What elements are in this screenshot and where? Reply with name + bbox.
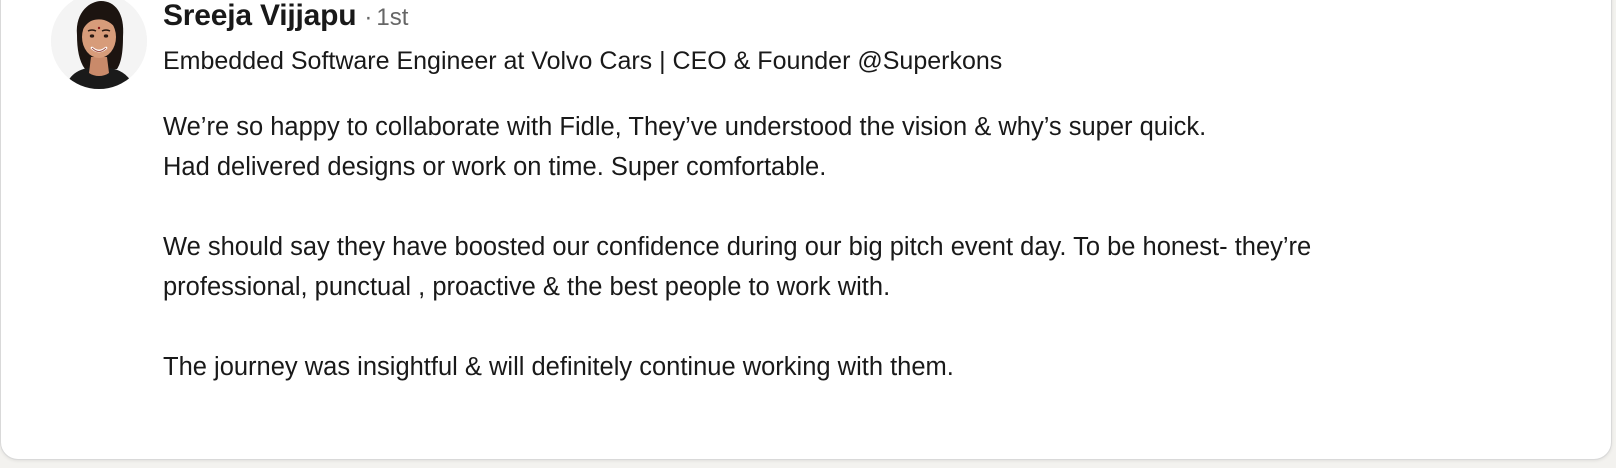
recommendation-text: We’re so happy to collaborate with Fidle… [163, 107, 1583, 387]
text-line: Had delivered designs or work on time. S… [163, 153, 827, 181]
profile-avatar[interactable] [51, 0, 147, 89]
text-line: We should say they have boosted our conf… [163, 233, 1312, 261]
separator-dot: · [364, 4, 373, 31]
text-line: The journey was insightful & will defini… [163, 353, 954, 381]
recommendation-card: Sreeja Vijjapu · 1st Embedded Software Eng… [0, 0, 1612, 460]
profile-name[interactable]: Sreeja Vijjapu [163, 0, 357, 32]
profile-headline: Embedded Software Engineer at Volvo Cars… [163, 47, 1003, 75]
connection-degree: 1st [376, 4, 409, 31]
profile-photo-icon [51, 0, 147, 89]
profile-header: Sreeja Vijjapu · 1st [163, 0, 408, 33]
paragraph: We’re so happy to collaborate with Fidle… [163, 107, 1583, 187]
paragraph: The journey was insightful & will defini… [163, 347, 1583, 387]
text-line: professional, punctual , proactive & the… [163, 273, 891, 301]
text-line: We’re so happy to collaborate with Fidle… [163, 113, 1207, 141]
paragraph: We should say they have boosted our conf… [163, 227, 1583, 307]
